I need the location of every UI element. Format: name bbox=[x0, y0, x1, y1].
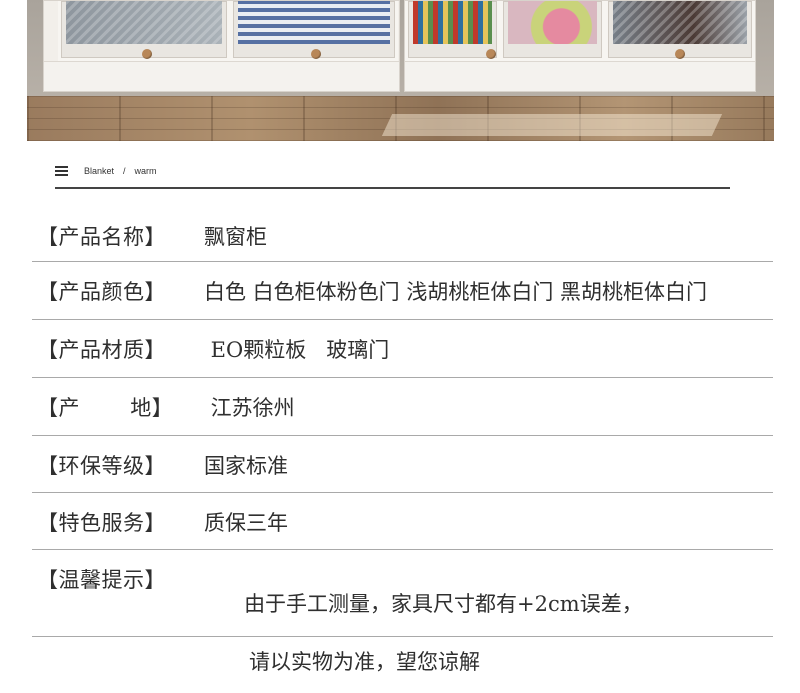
spec-label: 【温馨提示】 bbox=[37, 568, 166, 592]
glass-panel bbox=[613, 1, 747, 44]
glass-panel bbox=[413, 1, 492, 44]
breadcrumb-item: warm bbox=[134, 166, 157, 176]
cabinet-door bbox=[230, 1, 398, 61]
spec-label: 【产 地】 bbox=[37, 396, 174, 420]
spec-value: 国家标准 bbox=[204, 454, 288, 478]
spec-row-origin: 【产 地】 江苏徐州 bbox=[32, 378, 773, 436]
notice-line-2: 请以实物为准，望您谅解 bbox=[249, 650, 480, 674]
spec-value: EO颗粒板 玻璃门 bbox=[204, 338, 390, 362]
spec-value: 由于手工测量，家具尺寸都有+2cm误差， 请以实物为准，望您谅解 bbox=[204, 564, 643, 693]
door-knob bbox=[675, 49, 685, 59]
photo-floor-light bbox=[381, 114, 723, 136]
spec-label: 【特色服务】 bbox=[37, 511, 166, 535]
spec-value: 质保三年 bbox=[204, 511, 288, 535]
cabinet-plinth bbox=[405, 61, 755, 91]
spec-label: 【产品材质】 bbox=[37, 338, 166, 362]
hamburger-menu-icon[interactable] bbox=[55, 166, 68, 176]
spec-row-service: 【特色服务】 质保三年 bbox=[32, 493, 773, 550]
section-header: Blanket / warm bbox=[55, 161, 157, 181]
header-rule bbox=[55, 187, 730, 189]
spec-value: 白色 白色柜体粉色门 浅胡桃柜体白门 黑胡桃柜体白门 bbox=[204, 280, 708, 304]
spec-table: 【产品名称】 飘窗柜 【产品颜色】 白色 白色柜体粉色门 浅胡桃柜体白门 黑胡桃… bbox=[32, 207, 773, 674]
cabinet-right bbox=[404, 0, 756, 92]
breadcrumb-separator: / bbox=[123, 166, 126, 176]
notice-line-1: 由于手工测量，家具尺寸都有+2cm误差， bbox=[244, 592, 643, 616]
spec-value: 江苏徐州 bbox=[204, 396, 295, 420]
door-knob bbox=[486, 49, 496, 59]
spec-row-color: 【产品颜色】 白色 白色柜体粉色门 浅胡桃柜体白门 黑胡桃柜体白门 bbox=[32, 262, 773, 320]
glass-panel bbox=[66, 1, 222, 44]
spec-label: 【产品名称】 bbox=[37, 225, 166, 249]
cabinet-door bbox=[58, 1, 230, 61]
breadcrumb-item: Blanket bbox=[84, 166, 115, 176]
product-photo bbox=[27, 0, 774, 141]
cabinet-door bbox=[486, 1, 605, 61]
cabinet-door bbox=[605, 1, 755, 61]
spec-value: 飘窗柜 bbox=[204, 225, 267, 249]
spec-row-eco-grade: 【环保等级】 国家标准 bbox=[32, 436, 773, 493]
spec-row-material: 【产品材质】 EO颗粒板 玻璃门 bbox=[32, 320, 773, 378]
cabinet-left bbox=[43, 0, 400, 92]
glass-panel bbox=[508, 1, 597, 44]
glass-panel bbox=[238, 1, 390, 44]
door-knob bbox=[142, 49, 152, 59]
door-knob bbox=[311, 49, 321, 59]
spec-row-name: 【产品名称】 飘窗柜 bbox=[32, 207, 773, 262]
spec-label: 【环保等级】 bbox=[37, 454, 166, 478]
spec-row-notice: 【温馨提示】 由于手工测量，家具尺寸都有+2cm误差， 请以实物为准，望您谅解 bbox=[32, 550, 773, 674]
spec-label: 【产品颜色】 bbox=[37, 280, 166, 304]
cabinet-plinth bbox=[44, 61, 399, 91]
